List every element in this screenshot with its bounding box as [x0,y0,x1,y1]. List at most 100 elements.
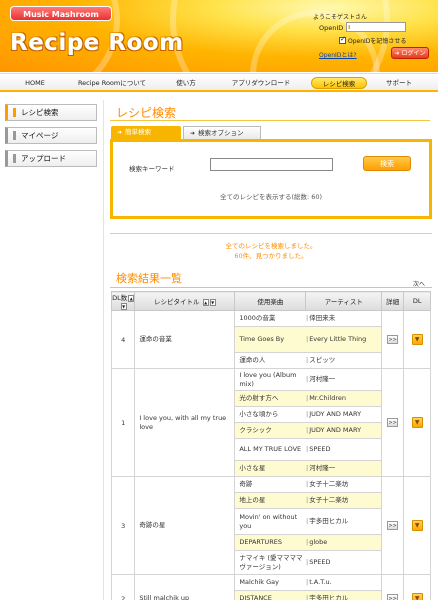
openid-input[interactable]: ı [346,22,406,32]
openid-label: OpenID : [319,24,348,32]
song-cell: DISTANCE [234,590,306,600]
login-button[interactable]: ➜ ログイン [391,47,429,59]
artist-cell: JUDY AND MARY [305,406,383,423]
song-cell: 1000の音業 [234,310,306,327]
song-cell: Time Goes By [234,326,306,353]
checkbox-icon[interactable] [339,35,346,44]
arrow-right-icon: ➜ [190,130,196,137]
col-song: 使用楽曲 [234,291,307,311]
search-panel: 検索キーワード 検索 全てのレシピを表示する(総数: 60) [110,139,432,219]
openid-icon: ı [348,23,351,31]
sidebar-item-mypage[interactable]: マイページ [5,127,97,144]
nav-item-home[interactable]: HOME [18,77,52,89]
results-divider [110,287,432,288]
artist-cell: JUDY AND MARY [305,422,383,439]
nav-item-recipe-search[interactable]: レシピ検索 [311,77,367,89]
song-cell: I love you (Album mix) [234,368,306,391]
artist-cell: 宇多田ヒカル [305,590,383,600]
download-icon[interactable]: ▼ [411,593,423,600]
sort-up-icon[interactable]: ▲ [202,298,209,306]
artist-cell: 倖田来未 [305,310,383,327]
download-cell: ▼ [403,368,431,477]
recipe-title-cell[interactable]: I love you, with all my true love [134,368,236,477]
recipe-title-cell[interactable]: 運命の音業 [134,310,236,369]
nav-item-howto[interactable]: 使い方 [168,77,204,89]
song-cell: ナマイキ (愛ママママヴァージョン) [234,550,306,575]
song-cell: ALL MY TRUE LOVE [234,438,306,461]
welcome-text: ようこそゲストさん [313,14,368,21]
sidebar-item-label: アップロード [21,154,66,163]
detail-cell: >> [381,368,405,477]
message-divider [110,233,432,234]
detail-cell: >> [381,310,405,369]
site-logo[interactable]: Recipe Room [10,30,184,56]
detail-cell: >> [381,476,405,575]
artist-cell: 女子十二楽坊 [305,492,383,509]
login-box: ようこそゲストさん OpenID : ı OpenIDを記憶させる OpenID… [311,8,429,60]
dl-count-cell: 4 [110,310,136,369]
song-cell: DEPARTURES [234,534,306,551]
keyword-input[interactable] [210,158,333,171]
show-all-recipes-link[interactable]: 全てのレシピを表示する(総数: 60) [113,191,429,201]
col-label: DL数 [112,294,128,302]
download-icon[interactable]: ▼ [411,417,423,428]
table-header-row: DL数 ▲▼ レシピタイトル ▲ ▼ 使用楽曲 アーティスト 詳細 DL [110,291,431,311]
col-recipe-title: レシピタイトル ▲ ▼ [134,291,236,311]
table-row: 1I love you, with all my true love I love… [110,368,431,477]
detail-button[interactable]: >> [387,521,399,530]
search-button[interactable]: 検索 [363,156,411,171]
recipe-title-cell[interactable]: Still malchik up [134,574,236,600]
artist-cell: Mr.Children [305,390,383,407]
artist-cell: 河村隆一 [305,460,383,477]
nav-item-support[interactable]: サポート [381,77,417,89]
col-dl-count: DL数 ▲▼ [110,291,136,311]
remember-label: OpenIDを記憶させる [348,38,407,45]
artist-cell: SPEED [305,438,383,461]
download-cell: ▼ [403,476,431,575]
sidebar-item-recipe-search[interactable]: レシピ検索 [5,104,97,121]
song-cell: 光の射す方へ [234,390,306,407]
nav-item-app-download[interactable]: アプリダウンロード [226,77,296,89]
tab-simple-search[interactable]: ➜ 簡単検索 [111,126,181,139]
table-row: 4運命の音業1000の音業倖田来未 >> ▼ [110,310,431,369]
brand-badge[interactable]: Music Mashroom [10,6,112,21]
sidebar: レシピ検索 マイページ アップロード [5,104,97,173]
keyword-label: 検索キーワード [129,165,175,173]
result-count-message: 60件、見つかりました。 [234,252,308,260]
song-cell: Movin' on without you [234,508,306,535]
arrow-right-icon: ➜ [117,129,123,136]
detail-cell: >> [381,574,405,600]
col-artist: アーティスト [305,291,383,311]
recipe-title-cell[interactable]: 奇跡の星 [134,476,236,575]
main-nav: HOME Recipe Roomについて 使い方 アプリダウンロード レシピ検索… [0,73,438,92]
nav-item-about[interactable]: Recipe Roomについて [72,77,152,89]
openid-help-link[interactable]: OpenIDとは? [319,50,357,59]
title-divider [110,120,430,121]
song-cell: 運命の人 [234,352,306,369]
sort-down-icon[interactable]: ▼ [120,302,127,310]
song-cell: 小さな星 [234,460,306,477]
download-cell: ▼ [403,574,431,600]
sidebar-divider [103,100,104,600]
sort-up-icon[interactable]: ▲ [128,294,135,302]
detail-button[interactable]: >> [387,335,399,344]
artist-cell: スピッツ [305,352,383,369]
sidebar-item-upload[interactable]: アップロード [5,150,97,167]
download-icon[interactable]: ▼ [411,520,423,531]
artist-cell: Every Little Thing [305,326,383,353]
search-message: 全てのレシピを検索しました。 [225,242,317,250]
tab-label: 検索オプション [198,129,244,137]
song-cell: Malchik Gay [234,574,306,591]
sidebar-item-label: レシピ検索 [21,108,59,117]
sidebar-marker [13,154,16,163]
sort-down-icon[interactable]: ▼ [209,298,216,306]
song-cell: 地上の星 [234,492,306,509]
tab-search-options[interactable]: ➜ 検索オプション [183,126,261,139]
remember-openid-checkbox[interactable]: OpenIDを記憶させる [339,35,407,45]
detail-button[interactable]: >> [387,418,399,427]
col-label: レシピタイトル [154,298,200,306]
download-icon[interactable]: ▼ [411,334,423,345]
col-label: アーティスト [324,298,363,306]
results-table: DL数 ▲▼ レシピタイトル ▲ ▼ 使用楽曲 アーティスト 詳細 DL 4 運命の音… [110,291,431,600]
detail-button[interactable]: >> [387,594,399,600]
